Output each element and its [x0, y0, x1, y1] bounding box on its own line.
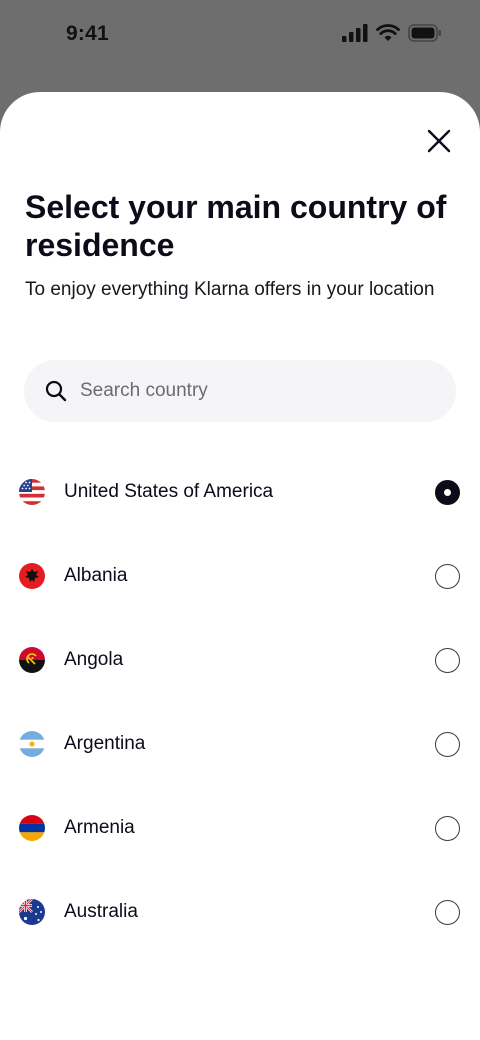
country-name: Australia [64, 901, 138, 922]
country-row-armenia[interactable]: Armenia [0, 786, 480, 870]
angola-flag-icon [19, 647, 45, 673]
radio-button-selected[interactable] [435, 479, 460, 505]
battery-icon [408, 24, 442, 47]
radio-button[interactable] [435, 647, 460, 673]
country-name: United States of America [64, 481, 274, 502]
country-row-argentina[interactable]: Argentina [0, 702, 480, 786]
search-bar[interactable] [24, 360, 456, 422]
status-icons [342, 24, 442, 47]
country-name: Angola [64, 649, 124, 670]
wifi-icon [376, 24, 400, 47]
close-button[interactable] [422, 126, 456, 160]
radio-button[interactable] [435, 563, 460, 589]
radio-button[interactable] [435, 815, 460, 841]
status-time: 9:41 [66, 22, 109, 45]
albania-flag-icon [19, 563, 45, 589]
australia-flag-icon [19, 899, 45, 925]
us-flag-icon [19, 479, 45, 505]
country-name: Armenia [64, 817, 135, 838]
country-row-united-states[interactable]: United States of America [0, 450, 480, 534]
close-icon [427, 129, 451, 158]
search-icon [44, 379, 68, 403]
country-row-albania[interactable]: Albania [0, 534, 480, 618]
country-selection-sheet: Select your main country of residence To… [0, 92, 480, 1040]
argentina-flag-icon [19, 731, 45, 757]
radio-button[interactable] [435, 899, 460, 925]
country-row-angola[interactable]: Angola [0, 618, 480, 702]
country-name: Argentina [64, 733, 146, 754]
cellular-signal-icon [342, 24, 368, 47]
screen: 9:41 Select your main country of residen… [0, 0, 480, 1040]
country-row-australia[interactable]: Australia [0, 870, 480, 954]
radio-button[interactable] [435, 731, 460, 757]
page-subtitle: To enjoy everything Klarna offers in you… [25, 279, 435, 300]
search-input[interactable] [80, 380, 420, 402]
country-list: United States of America Albania Angola … [0, 450, 480, 954]
status-bar: 9:41 [0, 0, 480, 72]
country-name: Albania [64, 565, 128, 586]
armenia-flag-icon [19, 815, 45, 841]
page-title: Select your main country of residence [25, 189, 447, 263]
list-bottom-fade [0, 980, 480, 1040]
